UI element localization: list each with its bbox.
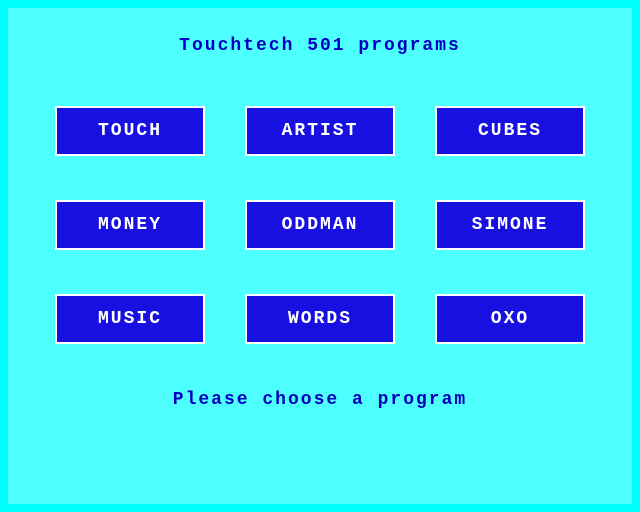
page-title: Touchtech 501 programs xyxy=(8,8,632,56)
screen-container: Touchtech 501 programs TOUCH ARTIST CUBE… xyxy=(8,8,632,504)
prompt-text: Please choose a program xyxy=(8,390,632,410)
program-button-money[interactable]: MONEY xyxy=(55,200,205,250)
program-button-music[interactable]: MUSIC xyxy=(55,294,205,344)
program-button-touch[interactable]: TOUCH xyxy=(55,106,205,156)
program-button-oddman[interactable]: ODDMAN xyxy=(245,200,395,250)
program-button-cubes[interactable]: CUBES xyxy=(435,106,585,156)
program-button-oxo[interactable]: OXO xyxy=(435,294,585,344)
program-button-artist[interactable]: ARTIST xyxy=(245,106,395,156)
program-button-words[interactable]: WORDS xyxy=(245,294,395,344)
program-button-simone[interactable]: SIMONE xyxy=(435,200,585,250)
program-grid: TOUCH ARTIST CUBES MONEY ODDMAN SIMONE M… xyxy=(8,106,632,344)
